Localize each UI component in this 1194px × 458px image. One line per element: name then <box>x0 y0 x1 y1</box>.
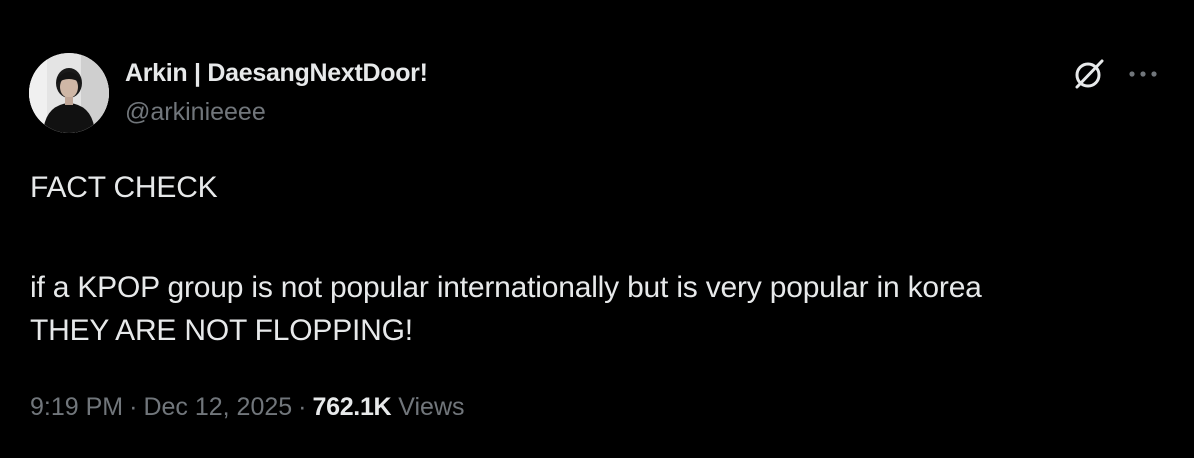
tweet-time[interactable]: 9:19 PM <box>30 393 123 421</box>
author-handle[interactable]: @arkinieeee <box>125 97 428 127</box>
tweet-meta: 9:19 PM · Dec 12, 2025 · 762.1K Views <box>30 392 465 422</box>
meta-separator: · <box>298 393 307 421</box>
grok-icon[interactable] <box>1071 56 1107 92</box>
tweet-text-line: if a KPOP group is not popular internati… <box>30 271 982 304</box>
tweet-card: Arkin | DaesangNextDoor! @arkinieeee FAC… <box>0 0 1194 458</box>
avatar[interactable] <box>29 53 109 133</box>
views-count[interactable]: 762.1K <box>312 393 391 421</box>
tweet-text-line: THEY ARE NOT FLOPPING! <box>30 314 413 347</box>
meta-separator: · <box>129 393 138 421</box>
more-options-icon[interactable] <box>1127 60 1159 88</box>
tweet-text-line: FACT CHECK <box>30 171 218 204</box>
author-info: Arkin | DaesangNextDoor! @arkinieeee <box>125 58 428 127</box>
tweet-text: FACT CHECK if a KPOP group is not popula… <box>30 166 1170 352</box>
author-display-name[interactable]: Arkin | DaesangNextDoor! <box>125 58 428 88</box>
tweet-date[interactable]: Dec 12, 2025 <box>143 393 292 421</box>
views-label: Views <box>398 393 465 421</box>
